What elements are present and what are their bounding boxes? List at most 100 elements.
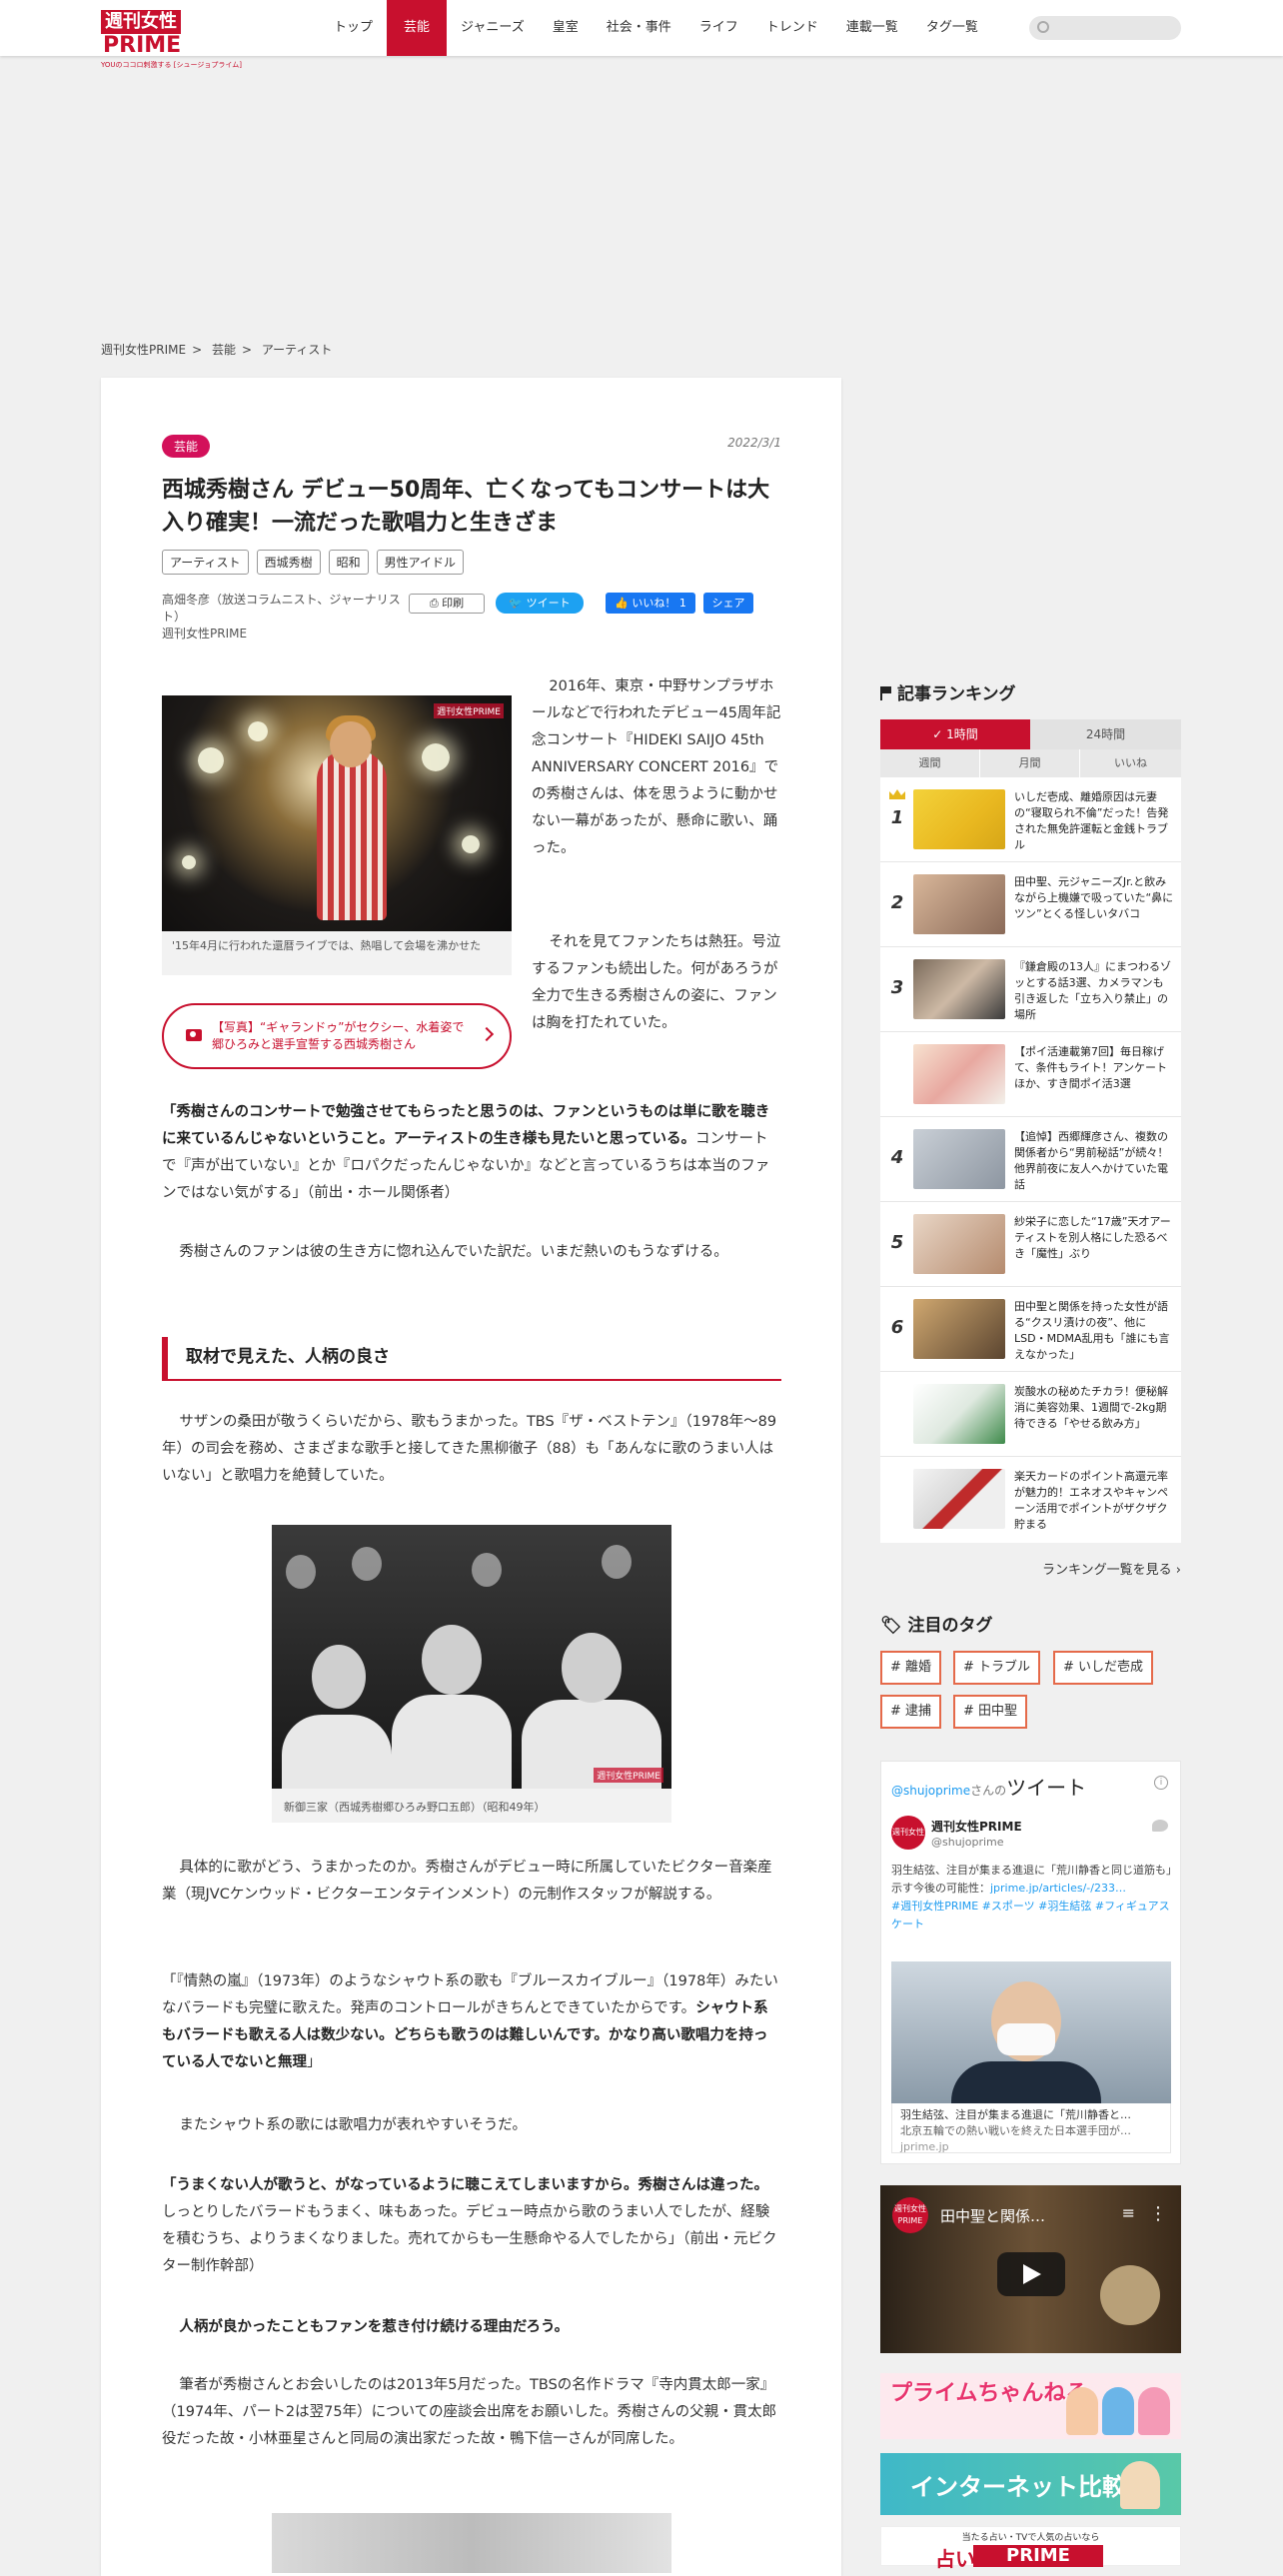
breadcrumb: 週刊女性PRIME > 芸能 > アーティスト [101,343,333,357]
search-input[interactable] [1055,18,1173,38]
ranking-thumbnail [913,959,1005,1019]
ranking-item[interactable]: 楽天カードのポイント高還元率が魅力的！エネオスやキャンペーン活用でポイントがザク… [880,1457,1181,1542]
top-header: 週刊女性PRIME YOUのココロ刺激する [シュージョプライム] トップ 芸能… [0,0,1283,69]
banner-fortune[interactable]: 当たる占い・TVで人気の占いなら 占い PRIME [880,2526,1181,2571]
article-photo-concert[interactable]: 週刊女性PRIME [162,695,512,931]
ranking-item[interactable]: 2 田中聖、元ジャニーズJr.と飲みながら上機嫌で吸っていた“鼻にツン”とくる怪… [880,862,1181,947]
photo-caption: '15年4月に行われた還暦ライブでは、熱唱して会場を沸かせた [162,931,512,975]
ranking-item[interactable]: 【ポイ活連載第7回】毎日稼げて、条件もライト！アンケートほか、すき間ポイ活3選 [880,1032,1181,1117]
main-nav: トップ 芸能 ジャニーズ 皇室 社会・事件 ライフ トレンド 連載一覧 タグ一覧 [320,0,992,56]
nav-item-society[interactable]: 社会・事件 [593,0,685,56]
tag-chip-trouble[interactable]: # トラブル [953,1651,1041,1685]
paragraph-9: 「うまくない人が歌うと、がなっているように聴こえてしまいますから。秀樹さんは違っ… [162,2177,777,2274]
banner-internet-compare[interactable]: インターネット比較 [880,2453,1181,2515]
nav-item-imperial[interactable]: 皇室 [539,0,593,56]
paragraph-4: 秀樹さんのファンは彼の生き方に惚れ込んでいた訳だ。いまだ熱いのもうなずける。 [179,1244,728,1260]
nav-item-life[interactable]: ライフ [685,0,752,56]
ranking-more-link[interactable]: ランキング一覧を見る › [880,1559,1181,1578]
youtube-embed[interactable]: 週刊女性PRIME 田中聖と関係… ≡ ⋮ [880,2185,1181,2353]
tag-chip-arrest[interactable]: # 逮捕 [880,1695,942,1729]
tag-chip-ishida[interactable]: # いしだ壱成 [1053,1651,1154,1685]
crown-icon [889,789,905,799]
print-button[interactable]: ⎙ 印刷 [409,594,485,614]
nav-item-tags[interactable]: タグ一覧 [912,0,992,56]
facebook-share-button[interactable]: シェア [703,593,753,614]
nav-item-trend[interactable]: トレンド [752,0,832,56]
logo-main: 週刊女性 [101,10,181,34]
ranking-item[interactable]: 6 田中聖と関係を持った女性が語る“クスリ漬けの夜”、他にLSD・MDMA乱用も… [880,1287,1181,1372]
tweet-button[interactable]: 🐦 ツイート [496,593,584,614]
paragraph-6: 具体的に歌がどう、うまかったのか。秀樹さんがデビュー時に所属していたビクター音楽… [162,1860,772,1903]
ranking-panel: ✓ 1時間 24時間 週間 月間 いいね 1 いしだ壱成、離婚原因は元妻の“寝取… [880,719,1181,1543]
photo-watermark: 週刊女性PRIME [434,703,504,718]
facebook-like-button[interactable]: 👍 いいね！ 1 [606,593,695,614]
ranking-thumbnail [913,1214,1005,1274]
breadcrumb-category[interactable]: 芸能 [212,343,236,357]
chevron-right-icon [479,1026,495,1042]
youtube-video-title[interactable]: 田中聖と関係… [940,2205,1045,2226]
article-photo-gosanke[interactable]: 週刊女性PRIME [272,1525,671,1789]
ranking-tab-weekly[interactable]: 週間 [880,749,980,777]
twitter-embed: @shujoprimeさんのツイート i 週刊女性 週刊女性PRIME @shu… [880,1761,1181,2164]
printer-icon: ⎙ [429,597,443,610]
photo-gallery-link[interactable]: 【写真】“ギャランドゥ”がセクシー、水着姿で郷ひろみと選手宣誓する西城秀樹さん [162,1003,512,1069]
paragraph-7: 「『情熱の嵐』（1973年）のようなシャウト系の歌も『ブルースカイブルー』（19… [162,1973,778,2070]
queue-icon[interactable]: ≡ [1122,2203,1135,2222]
author-name[interactable]: 高畑冬彦（放送コラムニスト、ジャーナリスト） [162,592,402,626]
tag-artist[interactable]: アーティスト [162,550,249,575]
ranking-tab-1h[interactable]: ✓ 1時間 [880,719,1030,749]
nav-item-johnnys[interactable]: ジャニーズ [447,0,539,56]
ranking-item[interactable]: 1 いしだ壱成、離婚原因は元妻の“寝取られ不倫”だった！告発された無免許運転と金… [880,777,1181,862]
ranking-item[interactable]: 炭酸水の秘めたチカラ！便秘解消に美容効果、1週間で-2kg期待できる「やせる飲み… [880,1372,1181,1457]
check-icon: ✓ [932,727,947,741]
tag-saijo[interactable]: 西城秀樹 [256,550,321,575]
twitter-avatar[interactable]: 週刊女性 [891,1816,925,1850]
ranking-tab-likes[interactable]: いいね [1080,749,1181,777]
tag-chip-tanaka[interactable]: # 田中聖 [953,1695,1028,1729]
logo-tagline: YOUのココロ刺激する [シュージョプライム] [101,61,242,69]
paragraph-8: またシャウト系の歌には歌唱力が表れやすいそうだ。 [179,2117,527,2133]
nav-item-entertainment[interactable]: 芸能 [387,0,448,56]
camera-icon [186,1029,202,1041]
banner-prime-channel[interactable]: プライムちゃんねる [880,2373,1181,2439]
paragraph-1: 2016年、東京・中野サンプラザホールなどで行われたデビュー45周年記念コンサー… [532,678,781,856]
paragraph-11: 筆者が秀樹さんとお会いしたのは2013年5月だった。TBSの名作ドラマ『寺内貫太… [162,2377,777,2447]
ranking-item[interactable]: 5 紗栄子に恋した“17歳”天才アーティストを別人格にした恐るべき「魔性」ぶり [880,1202,1181,1287]
article-photo-partial[interactable] [272,2513,671,2573]
ranking-tab-24h[interactable]: 24時間 [1030,719,1181,749]
youtube-channel-avatar[interactable]: 週刊女性PRIME [892,2197,928,2233]
breadcrumb-home[interactable]: 週刊女性PRIME [101,343,186,357]
twitter-account-name[interactable]: 週刊女性PRIME [931,1818,1022,1835]
ranking-thumbnail [913,789,1005,849]
section-heading: 取材で見えた、人柄の良さ [162,1337,781,1381]
twitter-account-handle[interactable]: @shujoprime [931,1836,1004,1849]
ranking-thumbnail [913,874,1005,934]
category-badge[interactable]: 芸能 [162,435,211,458]
search-icon[interactable] [1037,21,1049,33]
ranking-item[interactable]: 4 【追悼】西郷輝彦さん、複数の関係者から“男前秘話”が続々！他界前夜に友人へか… [880,1117,1181,1202]
twitter-bird-icon [1152,1820,1168,1832]
nav-item-top[interactable]: トップ [320,0,387,56]
info-icon[interactable]: i [1154,1776,1168,1790]
photo-watermark: 週刊女性PRIME [594,1768,663,1783]
tag-showa[interactable]: 昭和 [328,550,369,575]
article-title: 西城秀樹さん デビュー50周年、亡くなってもコンサートは大入り確実！一流だった歌… [162,478,770,536]
nav-item-series[interactable]: 連載一覧 [832,0,912,56]
tweet-card-image[interactable] [891,1961,1171,2103]
more-vert-icon[interactable]: ⋮ [1149,2203,1167,2224]
ranking-tab-monthly[interactable]: 月間 [980,749,1080,777]
tag-chip-divorce[interactable]: # 離婚 [880,1651,942,1685]
ranking-thumbnail [913,1129,1005,1189]
flag-icon [880,686,891,700]
tag-male-idol[interactable]: 男性アイドル [376,550,464,575]
photo-caption: 新御三家（西城秀樹郷ひろみ野口五郎）（昭和49年） [272,1789,671,1823]
ranking-heading: 記事ランキング [880,679,1016,704]
paragraph-2: それを見てファンたちは熱狂。号泣するファンも続出した。何があろうが全力で生きる秀… [532,934,781,1031]
breadcrumb-subcategory[interactable]: アーティスト [262,343,333,357]
play-icon[interactable] [997,2252,1065,2296]
thumbs-up-icon: 👍 [615,597,633,610]
logo-prime: PRIME [103,33,182,58]
ranking-item[interactable]: 3 『鎌倉殿の13人』にまつわるゾッとする話3選、カメラマンも引き返した「立ち入… [880,947,1181,1032]
tweet-card[interactable]: 羽生結弦、注目が集まる進退に「荒川静香と… 北京五輪での熱い戦いを終えた日本選手… [891,2103,1171,2153]
site-logo[interactable]: 週刊女性PRIME YOUのココロ刺激する [シュージョプライム] [101,10,257,69]
